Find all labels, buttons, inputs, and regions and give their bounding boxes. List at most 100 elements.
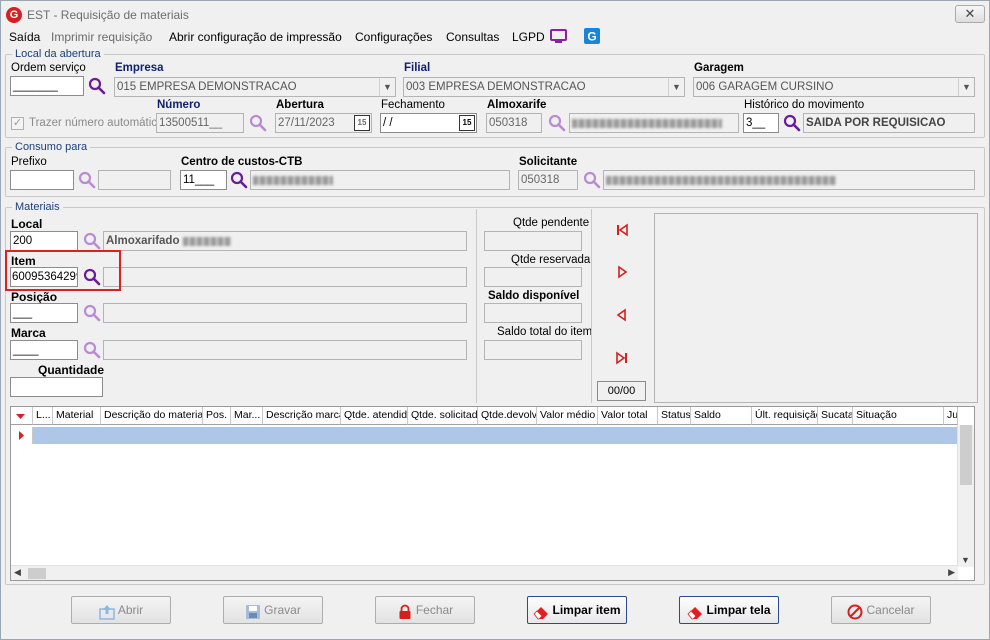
scroll-right-icon[interactable]: ▶ (948, 567, 955, 578)
main-window: G EST - Requisição de materiais ✕ Saída … (0, 0, 990, 640)
filial-value: 003 EMPRESA DEMONSTRACAO (406, 81, 586, 93)
trazer-numero-checkbox[interactable]: ✓ (11, 117, 24, 130)
abertura-date-input[interactable]: 27/11/2023 15 (275, 113, 372, 133)
calendar-icon[interactable]: 15 (459, 115, 475, 131)
table-header-cell[interactable]: Qtde. atendida (341, 407, 408, 425)
centro-custos-input[interactable]: 11___ (180, 170, 227, 190)
menu-lgpd[interactable]: LGPD (512, 30, 545, 44)
vertical-divider (476, 209, 477, 403)
limpar-tela-button[interactable]: Limpar tela (679, 596, 779, 624)
scroll-down-icon[interactable]: ▼ (961, 555, 970, 565)
menu-abrir-configuracao[interactable]: Abrir configuração de impressão (169, 30, 342, 44)
search-solicitante-icon[interactable] (583, 171, 601, 189)
fechamento-label: Fechamento (381, 99, 445, 111)
saldo-total-label: Saldo total do item (497, 326, 593, 338)
table-header-cell[interactable]: Ju (944, 407, 958, 425)
search-centro-custos-icon[interactable] (230, 171, 248, 189)
first-record-icon[interactable] (614, 222, 630, 238)
close-button[interactable]: ✕ (955, 5, 985, 23)
search-historico-icon[interactable] (783, 114, 801, 132)
saldo-total-value (484, 340, 582, 360)
search-numero-icon[interactable] (249, 114, 267, 132)
numero-input[interactable]: 13500511__ (156, 113, 244, 133)
marca-input[interactable]: ____ (10, 340, 78, 360)
table-header-cell[interactable]: Material (53, 407, 101, 425)
table-header-cell[interactable]: Mar... (231, 407, 263, 425)
horizontal-scrollbar[interactable]: ◀ ▶ (11, 565, 958, 580)
fechamento-date-value: / / (383, 117, 393, 129)
almoxarife-input[interactable]: 050318 (486, 113, 542, 133)
table-header-cell[interactable]: Status (658, 407, 691, 425)
search-marca-icon[interactable] (83, 341, 101, 359)
chevron-down-icon: ▼ (379, 78, 395, 96)
redacted-text (572, 119, 722, 128)
qtde-pendente-label: Qtde pendente (513, 217, 590, 229)
menu-consultas[interactable]: Consultas (446, 30, 499, 44)
limpar-item-button[interactable]: Limpar item (527, 596, 627, 624)
vertical-scrollbar[interactable]: ▼ (957, 425, 974, 567)
table-header-cell[interactable]: Descrição do material (101, 407, 203, 425)
search-posicao-icon[interactable] (83, 304, 101, 322)
cancelar-button[interactable]: Cancelar (831, 596, 931, 624)
fechamento-date-input[interactable]: / / 15 (380, 113, 477, 133)
menu-configuracoes[interactable]: Configurações (355, 30, 432, 44)
historico-code-input[interactable]: 3__ (743, 113, 779, 133)
empresa-select[interactable]: 015 EMPRESA DEMONSTRACAO ▼ (114, 77, 396, 97)
menu-imprimir-requisicao[interactable]: Imprimir requisição (51, 30, 152, 44)
quantidade-label: Quantidade (38, 363, 105, 377)
table-header-cell[interactable]: Últ. requisição (752, 407, 818, 425)
posicao-input[interactable]: ___ (10, 303, 78, 323)
globus-app-icon[interactable]: G (584, 28, 600, 47)
table-header-cell[interactable]: Pos. (203, 407, 231, 425)
search-local-icon[interactable] (83, 232, 101, 250)
prefixo-input[interactable] (10, 170, 74, 190)
qtde-reservada-value (484, 267, 582, 287)
search-ordem-servico-icon[interactable] (88, 77, 106, 95)
table-header-cell[interactable]: Descrição marca (263, 407, 341, 425)
local-input[interactable]: 200 (10, 231, 78, 251)
ordem-servico-input[interactable]: _______ (10, 76, 84, 96)
cancelar-label: Cancelar (866, 603, 915, 617)
scroll-thumb[interactable] (28, 568, 46, 579)
abertura-label: Abertura (276, 99, 324, 111)
table-header-cell[interactable]: Valor médio (537, 407, 598, 425)
marca-desc (103, 340, 467, 360)
table-header-cell[interactable]: Qtde. solicitada (408, 407, 478, 425)
fechar-button[interactable]: Fechar (375, 596, 475, 624)
gravar-button[interactable]: Gravar (223, 596, 323, 624)
chevron-down-icon: ▼ (668, 78, 684, 96)
table-header-sort[interactable] (11, 407, 33, 425)
highlight-box (5, 250, 121, 291)
last-record-icon[interactable] (614, 350, 630, 366)
materials-table[interactable]: L... Material Descrição do material Pos. Mar… (10, 406, 975, 581)
next-record-icon[interactable] (614, 264, 630, 280)
filial-select[interactable]: 003 EMPRESA DEMONSTRACAO ▼ (403, 77, 685, 97)
row-indicator (11, 427, 33, 444)
menu-saida[interactable]: Saída (9, 30, 40, 44)
table-header-cell[interactable]: L... (33, 407, 53, 425)
table-header-cell[interactable]: Situação (853, 407, 944, 425)
previous-record-icon[interactable] (614, 307, 630, 323)
group-title-local-abertura: Local da abertura (12, 48, 104, 60)
table-header-cell[interactable]: Qtde.devolv. (478, 407, 537, 425)
table-header-cell[interactable]: Sucata (818, 407, 853, 425)
calendar-icon[interactable]: 15 (354, 115, 370, 131)
table-row[interactable] (33, 427, 957, 444)
search-prefixo-icon[interactable] (78, 171, 96, 189)
scroll-left-icon[interactable]: ◀ (14, 567, 21, 578)
trazer-numero-label: Trazer número automático (29, 117, 164, 129)
title-bar: G EST - Requisição de materiais ✕ (1, 1, 989, 27)
monitor-icon[interactable] (550, 29, 567, 47)
table-header-cell[interactable]: Valor total (598, 407, 658, 425)
abrir-button[interactable]: Abrir (71, 596, 171, 624)
solicitante-input[interactable]: 050318 (518, 170, 578, 190)
garagem-select[interactable]: 006 GARAGEM CURSINO ▼ (693, 77, 975, 97)
numero-label: Número (157, 99, 201, 111)
cancel-icon (847, 603, 863, 620)
search-almoxarife-icon[interactable] (548, 114, 566, 132)
scroll-thumb[interactable] (960, 425, 972, 485)
table-header-cell[interactable]: Saldo (691, 407, 752, 425)
quantidade-input[interactable] (10, 377, 103, 397)
lock-icon (397, 603, 413, 619)
window-title: EST - Requisição de materiais (27, 8, 189, 22)
